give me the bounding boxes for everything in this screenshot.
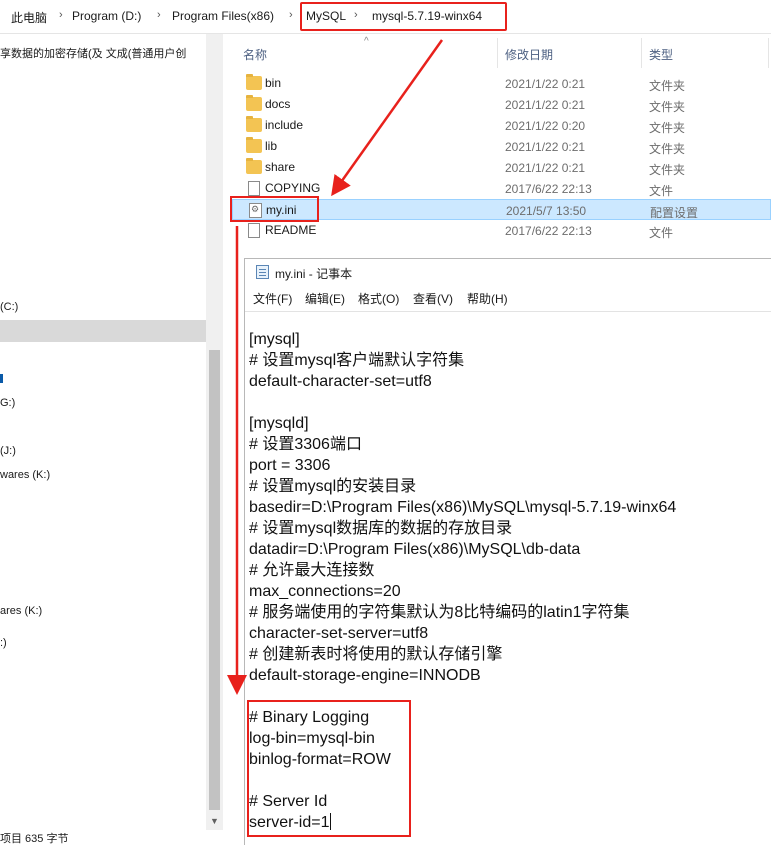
folder-icon — [246, 137, 262, 153]
file-date: 2021/1/22 0:21 — [505, 161, 586, 175]
file-row[interactable]: docs 2021/1/22 0:21 文件夹 — [232, 94, 771, 115]
folder-icon — [246, 158, 262, 174]
file-name: share — [265, 160, 296, 174]
text-line: datadir=D:\Program Files(x86)\MySQL\db-d… — [249, 541, 581, 558]
text-line: character-set-server=utf8 — [249, 625, 429, 642]
menu-edit[interactable]: 编辑(E) — [305, 290, 345, 307]
file-date: 2021/1/22 0:20 — [505, 119, 586, 133]
text-line: # 设置mysql客户端默认字符集 — [249, 352, 465, 369]
breadcrumb-program-d[interactable]: Program (D:) — [72, 9, 141, 23]
text-line: # 设置mysql数据库的数据的存放目录 — [249, 520, 513, 537]
status-bar: 项目 635 字节 — [0, 833, 69, 845]
navigation-pane[interactable]: 享数据的加密存储(及 文成(普通用户创 (C:) G:) (J:) wares … — [0, 34, 206, 830]
annotation-box-my-ini — [230, 196, 319, 222]
file-name: include — [265, 118, 304, 132]
file-row[interactable]: share 2021/1/22 0:21 文件夹 — [232, 157, 771, 178]
nav-scrollbar-thumb[interactable] — [209, 350, 220, 810]
folder-icon — [246, 95, 262, 111]
sort-ascending-icon: ^ — [364, 36, 369, 47]
file-name: lib — [265, 139, 278, 153]
nav-item-drive-j[interactable]: (J:) — [0, 445, 16, 457]
nav-item-encrypted[interactable]: 享数据的加密存储(及 文成(普通用户创 — [0, 45, 186, 61]
text-line: default-character-set=utf8 — [249, 373, 432, 390]
folder-icon — [246, 116, 262, 132]
notepad-icon — [256, 265, 269, 279]
text-line: max_connections=20 — [249, 583, 401, 600]
text-line: # 服务端使用的字符集默认为8比特编码的latin1字符集 — [249, 604, 630, 621]
nav-item-drive-k2[interactable]: ares (K:) — [0, 605, 42, 617]
file-type: 文件夹 — [649, 142, 686, 156]
file-type: 文件夹 — [649, 121, 686, 135]
menu-divider — [245, 311, 771, 312]
file-name: README — [265, 223, 317, 237]
file-name: docs — [265, 97, 291, 111]
file-date: 2021/1/22 0:21 — [505, 77, 586, 91]
breadcrumb-this-pc[interactable]: 此电脑 — [11, 9, 47, 26]
text-line — [249, 392, 769, 413]
scroll-down-icon[interactable]: ▼ — [210, 816, 219, 826]
text-line: [mysqld] — [249, 415, 309, 432]
file-name: bin — [265, 76, 282, 90]
folder-icon — [246, 74, 262, 90]
menu-file[interactable]: 文件(F) — [253, 290, 292, 307]
text-line: # 创建新表时将使用的默认存储引擎 — [249, 646, 503, 663]
file-icon — [248, 223, 260, 238]
file-date: 2021/1/22 0:21 — [505, 98, 586, 112]
column-divider[interactable] — [768, 38, 769, 68]
menu-bar: 文件(F) 编辑(E) 格式(O) 查看(V) 帮助(H) — [245, 287, 771, 309]
annotation-box-binlog — [247, 700, 411, 837]
text-line: # 设置mysql的安装目录 — [249, 478, 417, 495]
file-date: 2021/1/22 0:21 — [505, 140, 586, 154]
file-type: 文件夹 — [649, 100, 686, 114]
text-line: # 设置3306端口 — [249, 436, 362, 453]
breadcrumb-separator-icon[interactable]: › — [289, 9, 293, 21]
nav-item-marker — [0, 374, 3, 383]
column-header-name[interactable]: 名称 — [243, 46, 267, 63]
file-row[interactable]: bin 2021/1/22 0:21 文件夹 — [232, 73, 771, 94]
menu-help[interactable]: 帮助(H) — [467, 290, 508, 307]
column-headers: 名称 修改日期 类型 — [223, 34, 771, 72]
column-divider[interactable] — [497, 38, 498, 68]
file-type: 配置设置 — [650, 206, 699, 220]
column-divider[interactable] — [641, 38, 642, 68]
nav-item-drive-k[interactable]: wares (K:) — [0, 469, 50, 481]
text-line: [mysql] — [249, 331, 300, 348]
text-line: # 允许最大连接数 — [249, 562, 375, 579]
file-type: 文件夹 — [649, 163, 686, 177]
nav-item-selected[interactable] — [0, 320, 206, 342]
menu-format[interactable]: 格式(O) — [358, 290, 399, 307]
menu-view[interactable]: 查看(V) — [413, 290, 453, 307]
nav-item-drive-c[interactable]: (C:) — [0, 301, 18, 313]
breadcrumb-separator-icon[interactable]: › — [59, 9, 63, 21]
text-line: port = 3306 — [249, 457, 331, 474]
file-name: COPYING — [265, 181, 321, 195]
notepad-title-bar[interactable]: my.ini - 记事本 — [245, 259, 771, 285]
nav-scrollbar[interactable]: ▼ — [206, 34, 223, 830]
file-date: 2017/6/22 22:13 — [505, 182, 592, 196]
file-type: 文件夹 — [649, 79, 686, 93]
breadcrumb-separator-icon[interactable]: › — [157, 9, 161, 21]
text-line: default-storage-engine=INNODB — [249, 667, 481, 684]
file-row[interactable]: lib 2021/1/22 0:21 文件夹 — [232, 136, 771, 157]
file-date: 2021/5/7 13:50 — [506, 204, 587, 218]
column-header-type[interactable]: 类型 — [649, 46, 673, 63]
column-header-date[interactable]: 修改日期 — [505, 46, 553, 63]
nav-item-drive[interactable]: :) — [0, 637, 7, 649]
annotation-box-address — [300, 2, 507, 31]
breadcrumb-program-files[interactable]: Program Files(x86) — [172, 9, 274, 23]
file-row[interactable]: README 2017/6/22 22:13 文件 — [232, 220, 771, 241]
address-bar[interactable]: 此电脑 › Program (D:) › Program Files(x86) … — [0, 0, 771, 34]
file-type: 文件 — [649, 226, 674, 240]
file-date: 2017/6/22 22:13 — [505, 224, 592, 238]
file-type: 文件 — [649, 184, 674, 198]
file-icon — [248, 181, 260, 196]
file-row[interactable]: include 2021/1/22 0:20 文件夹 — [232, 115, 771, 136]
nav-item-drive-g[interactable]: G:) — [0, 397, 15, 409]
text-line: basedir=D:\Program Files(x86)\MySQL\mysq… — [249, 499, 677, 516]
window-title: my.ini - 记事本 — [275, 267, 353, 281]
